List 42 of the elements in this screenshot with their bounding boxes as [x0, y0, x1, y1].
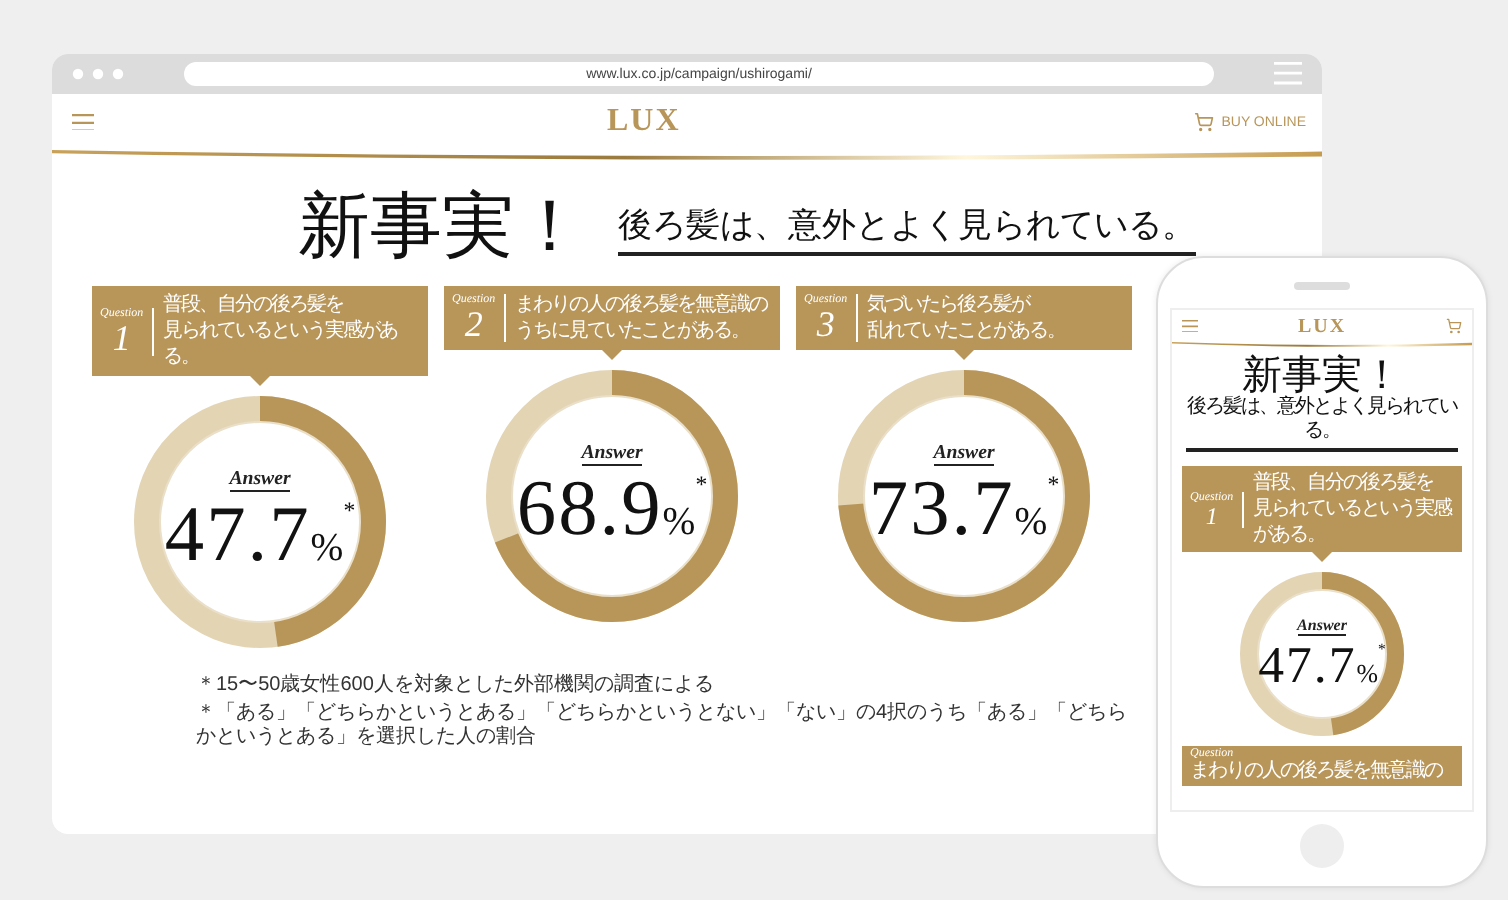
answer-label: Answer — [1297, 616, 1347, 637]
percent-sign: % — [310, 526, 344, 573]
answer-value: 73.7 — [868, 470, 1015, 550]
question-text: まわりの人の後ろ髪を無意識の — [1190, 760, 1442, 784]
cart-icon[interactable] — [1446, 318, 1462, 334]
question-text: 見られているという実感がある。 — [1253, 496, 1454, 548]
answer-label: Answer — [581, 442, 643, 467]
answer-label: Answer — [229, 468, 291, 493]
cart-icon — [1193, 112, 1214, 132]
brand-logo[interactable]: LUX — [606, 104, 681, 140]
question-text: うちに見ていたことがある。 — [515, 318, 752, 344]
question-text: 見られているという実感がある。 — [163, 318, 400, 370]
footnote-mark: * — [1047, 470, 1060, 501]
question-number: 3 — [816, 306, 835, 342]
percent-sign: % — [1014, 500, 1048, 547]
question-text: まわりの人の後ろ髪を無意識の — [515, 292, 768, 318]
question-text: 気づいたら後ろ髪が — [867, 292, 1033, 318]
answer-value: 68.9 — [516, 470, 663, 550]
question-text: 普段、自分の後ろ髪を — [163, 292, 346, 318]
phone-speaker — [1294, 282, 1350, 290]
question-text: 乱れていたことがある。 — [867, 318, 1066, 344]
question-number: 2 — [464, 306, 483, 342]
percent-sign: % — [662, 500, 696, 547]
brand-logo[interactable]: LUX — [1297, 315, 1347, 337]
window-dots-icon — [72, 68, 124, 80]
answer-label: Answer — [933, 442, 995, 467]
footnote-mark: * — [695, 470, 708, 501]
headline-subtitle: 後ろ髪は、意外とよく見られている。 — [1186, 396, 1458, 452]
menu-icon[interactable] — [72, 113, 94, 131]
question-number: 1 — [1205, 503, 1218, 527]
answer-value: 47.7 — [164, 496, 311, 576]
footnote: ＊15〜50歳女性600人を対象とした外部機関の調査による — [196, 674, 716, 698]
headline-title: 新事実！ — [1242, 356, 1402, 396]
menu-icon[interactable] — [1182, 319, 1198, 333]
footnote: ＊「ある」「どちらかというとある」「どちらかというとない」「ない」の4択のうち「ある」「どちらかというとある」を選択した人の割合 — [196, 702, 1130, 750]
question-number: 1 — [112, 319, 131, 355]
answer-value: 47.7 — [1258, 640, 1357, 692]
percent-sign: % — [1356, 658, 1379, 691]
headline-subtitle: 後ろ髪は、意外とよく見られている。 — [618, 202, 1196, 256]
question-text: 普段、自分の後ろ髪を — [1253, 470, 1436, 496]
headline-title: 新事実！ — [298, 190, 586, 262]
footnote-mark: * — [343, 496, 356, 527]
